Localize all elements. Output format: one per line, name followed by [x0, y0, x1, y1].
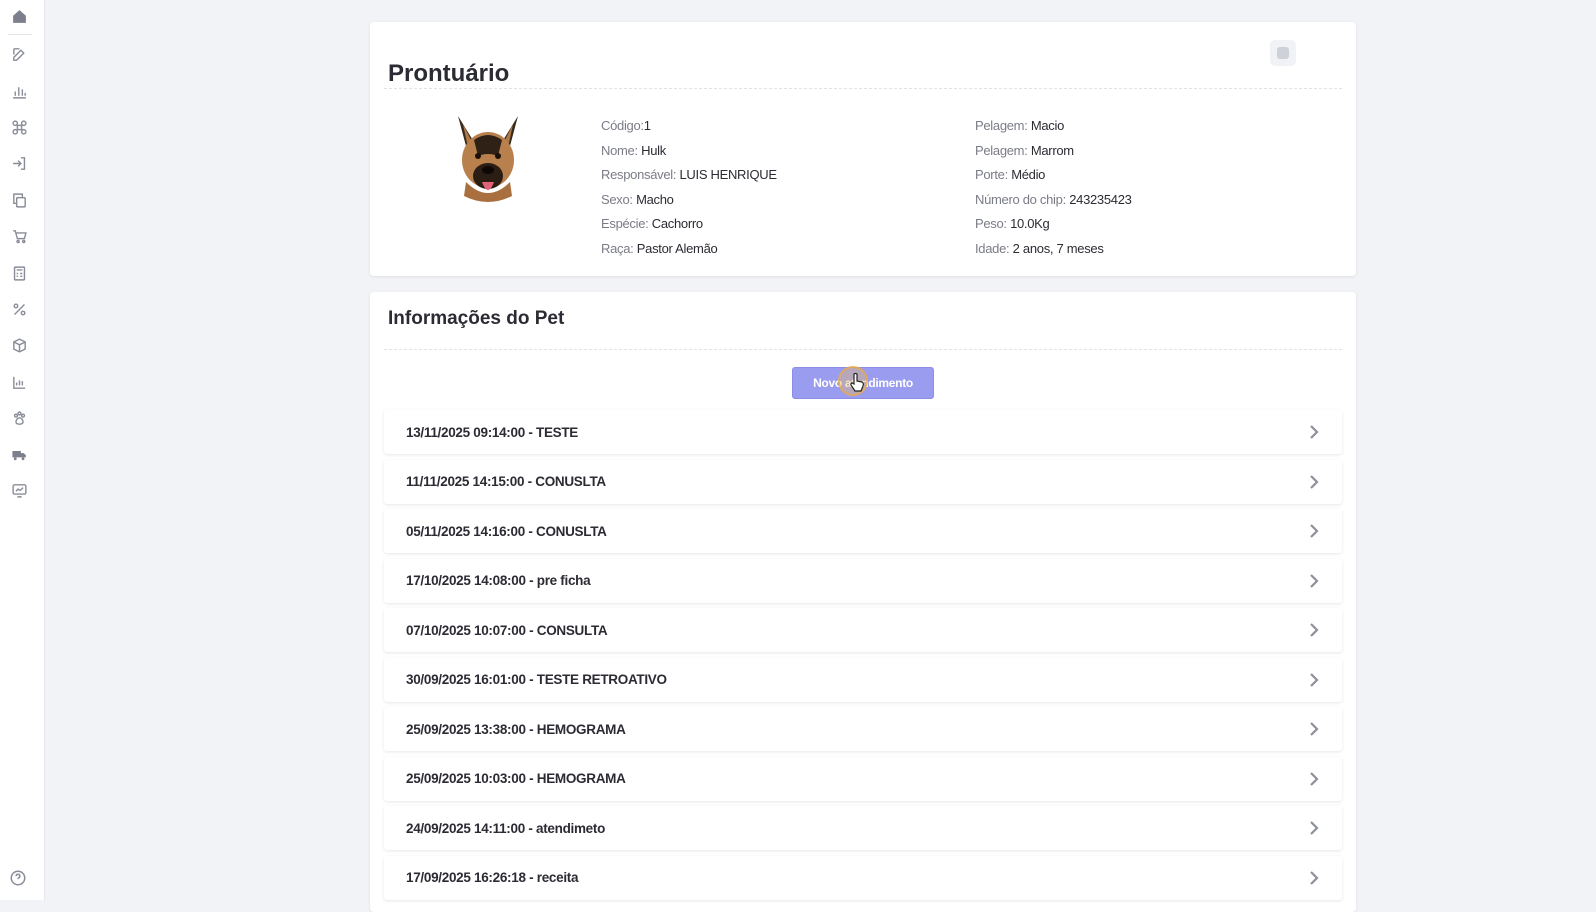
list-item[interactable]: 24/09/2025 14:11:00 - atendimeto [384, 806, 1342, 850]
chevron-right-icon [1310, 474, 1319, 489]
info-peso: Peso: 10.0Kg [975, 216, 1050, 231]
edit-icon[interactable] [9, 44, 29, 64]
home-icon[interactable] [9, 6, 29, 26]
divider [384, 88, 1342, 89]
info-responsavel: Responsável: LUIS HENRIQUE [601, 167, 777, 182]
pet-photo [458, 116, 518, 202]
print-icon[interactable] [1270, 40, 1296, 66]
info-pelagem: Pelagem: Macio [975, 118, 1065, 133]
list-item[interactable]: 25/09/2025 13:38:00 - HEMOGRAMA [384, 707, 1342, 751]
truck-icon[interactable] [9, 444, 29, 464]
help-icon[interactable] [9, 869, 27, 887]
chevron-right-icon [1310, 870, 1319, 885]
info-sexo: Sexo: Macho [601, 191, 674, 207]
chevron-right-icon [1310, 425, 1319, 439]
pet-info-card: Informações do Pet Novo atendimento 13/1… [370, 292, 1356, 912]
list-item[interactable]: 05/11/2025 14:16:00 - CONUSLTA [384, 509, 1342, 553]
divider [384, 349, 1342, 350]
info-especie: Espécie: Cachorro [601, 216, 703, 231]
section-title: Informações do Pet [388, 308, 565, 329]
info-porte: Porte: Médio [975, 167, 1046, 182]
command-icon[interactable] [9, 117, 29, 137]
info-chip: Número do chip: 243235423 [975, 191, 1132, 207]
paw-icon[interactable] [9, 408, 29, 428]
chevron-right-icon [1310, 771, 1319, 786]
login-icon[interactable] [9, 153, 29, 173]
box-icon[interactable] [9, 335, 29, 355]
page-title: Prontuário [388, 60, 510, 87]
chevron-right-icon [1310, 821, 1319, 835]
info-nome: Nome: Hulk [601, 142, 666, 158]
bar-chart-icon[interactable] [9, 81, 29, 101]
cart-icon[interactable] [9, 226, 29, 246]
info-idade: Idade: 2 anos, 7 meses [975, 240, 1104, 256]
list-item[interactable]: 07/10/2025 10:07:00 - CONSULTA [384, 608, 1342, 652]
pet-details-left: Código:1 Nome: Hulk Responsável: LUIS HE… [601, 114, 777, 261]
list-item[interactable]: 30/09/2025 16:01:00 - TESTE RETROATIVO [384, 657, 1342, 702]
pointer-cursor-icon [850, 372, 864, 392]
appointment-list: 13/11/2025 09:14:00 - TESTE 11/11/2025 1… [384, 410, 1342, 905]
chevron-right-icon [1310, 672, 1319, 687]
sidebar-divider [8, 34, 32, 35]
pet-details-right: Pelagem: Macio Pelagem: Marrom Porte: Mé… [975, 114, 1132, 261]
list-item[interactable]: 17/09/2025 16:26:18 - receita [384, 855, 1342, 900]
chevron-right-icon [1310, 623, 1319, 637]
list-item[interactable]: 11/11/2025 14:15:00 - CONUSLTA [384, 459, 1342, 504]
copy-icon[interactable] [9, 190, 29, 210]
percent-icon[interactable] [9, 299, 29, 319]
chart-icon[interactable] [9, 372, 29, 392]
list-item[interactable]: 13/11/2025 09:14:00 - TESTE [384, 410, 1342, 454]
calculator-icon[interactable] [9, 263, 29, 283]
list-item[interactable]: 25/09/2025 10:03:00 - HEMOGRAMA [384, 756, 1342, 801]
list-item[interactable]: 17/10/2025 14:08:00 - pre ficha [384, 558, 1342, 603]
chevron-right-icon [1310, 573, 1319, 588]
chevron-right-icon [1310, 722, 1319, 736]
info-raca: Raça: Pastor Alemão [601, 240, 718, 256]
chevron-right-icon [1310, 524, 1319, 538]
prontuario-card: Prontuário Código:1 Nome: Hulk Responsáv… [370, 22, 1356, 276]
info-codigo: Código:1 [601, 118, 651, 133]
monitor-chart-icon[interactable] [9, 480, 29, 500]
sidebar [0, 0, 45, 900]
info-pelagem-cor: Pelagem: Marrom [975, 142, 1074, 158]
